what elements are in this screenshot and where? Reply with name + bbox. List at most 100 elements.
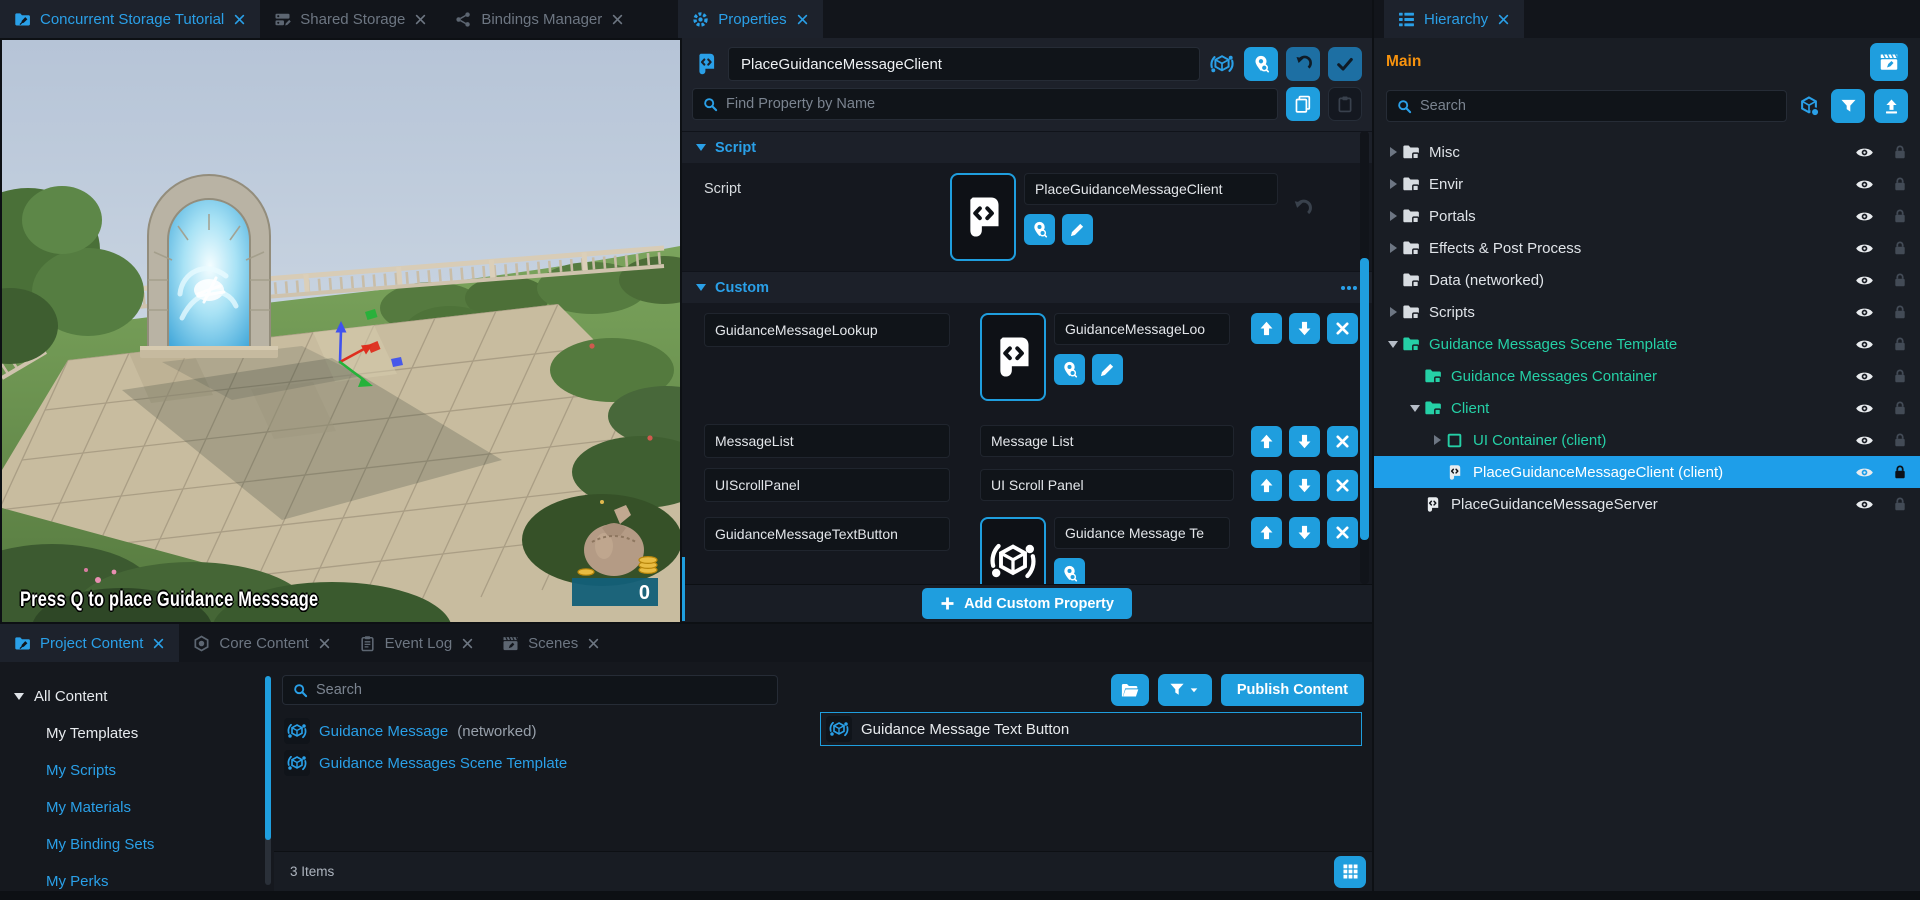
lock-icon[interactable] bbox=[1892, 240, 1908, 256]
delete-button[interactable] bbox=[1327, 517, 1358, 548]
locate-script-button[interactable] bbox=[1024, 214, 1055, 245]
collapse-arrow-icon[interactable] bbox=[696, 284, 706, 291]
lock-icon[interactable] bbox=[1892, 144, 1908, 160]
close-icon[interactable] bbox=[587, 637, 600, 650]
hierarchy-row[interactable]: Misc bbox=[1374, 136, 1920, 168]
tab-world[interactable]: Concurrent Storage Tutorial bbox=[0, 0, 260, 38]
visibility-eye-icon[interactable] bbox=[1855, 143, 1874, 162]
scrollbar-thumb[interactable] bbox=[1360, 258, 1369, 540]
content-item-selected[interactable]: Guidance Message Text Button bbox=[820, 712, 1362, 746]
close-icon[interactable] bbox=[1497, 13, 1510, 26]
delete-button[interactable] bbox=[1327, 470, 1358, 501]
property-value-field[interactable]: Guidance Message Te bbox=[1054, 517, 1230, 549]
hierarchy-row[interactable]: Guidance Messages Container bbox=[1374, 360, 1920, 392]
delete-button[interactable] bbox=[1327, 426, 1358, 457]
script-thumbnail[interactable] bbox=[980, 313, 1046, 401]
locate-in-world-button[interactable] bbox=[1244, 47, 1278, 81]
sidebar-item-my-scripts[interactable]: My Scripts bbox=[0, 752, 262, 789]
scene-manager-button[interactable] bbox=[1870, 43, 1908, 81]
visibility-eye-icon[interactable] bbox=[1855, 399, 1874, 418]
section-custom-header[interactable]: Custom bbox=[682, 271, 1372, 303]
asset-thumbnail[interactable] bbox=[980, 517, 1046, 584]
sidebar-item-all-content[interactable]: All Content bbox=[0, 678, 262, 715]
hierarchy-row[interactable]: Effects & Post Process bbox=[1374, 232, 1920, 264]
script-name-input[interactable] bbox=[728, 47, 1200, 81]
edit-script-button[interactable] bbox=[1062, 214, 1093, 245]
tab-scenes[interactable]: Scenes bbox=[488, 624, 614, 662]
visibility-eye-icon[interactable] bbox=[1855, 495, 1874, 514]
viewport-3d[interactable]: 0 Press Q to place Guidance Messsage bbox=[2, 40, 680, 622]
delete-button[interactable] bbox=[1327, 313, 1358, 344]
collapse-arrow-icon[interactable] bbox=[1388, 341, 1398, 348]
tab-core-content[interactable]: Core Content bbox=[179, 624, 344, 662]
expand-arrow-icon[interactable] bbox=[1390, 179, 1397, 189]
script-value[interactable]: PlaceGuidanceMessageClient bbox=[1024, 173, 1278, 205]
lock-icon[interactable] bbox=[1892, 496, 1908, 512]
sidebar-item-my-materials[interactable]: My Materials bbox=[0, 789, 262, 826]
tab-hierarchy[interactable]: Hierarchy bbox=[1384, 0, 1524, 38]
collapse-arrow-icon[interactable] bbox=[696, 144, 706, 151]
sidebar-scrollbar[interactable] bbox=[262, 662, 274, 891]
scrollbar-thumb[interactable] bbox=[265, 676, 271, 840]
find-property-input[interactable] bbox=[726, 96, 1267, 112]
visibility-eye-icon[interactable] bbox=[1855, 303, 1874, 322]
asset-view-icon[interactable] bbox=[1798, 95, 1820, 117]
hierarchy-search[interactable] bbox=[1386, 90, 1787, 122]
expand-arrow-icon[interactable] bbox=[1390, 211, 1397, 221]
expand-arrow-icon[interactable] bbox=[1434, 435, 1441, 445]
lock-icon[interactable] bbox=[1892, 176, 1908, 192]
reset-property-icon[interactable] bbox=[1292, 199, 1312, 219]
move-down-button[interactable] bbox=[1289, 470, 1320, 501]
tab-project-content[interactable]: Project Content bbox=[0, 624, 179, 662]
close-icon[interactable] bbox=[152, 637, 165, 650]
revert-button[interactable] bbox=[1286, 47, 1320, 81]
visibility-eye-icon[interactable] bbox=[1855, 175, 1874, 194]
visibility-eye-icon[interactable] bbox=[1855, 207, 1874, 226]
visibility-eye-icon[interactable] bbox=[1855, 335, 1874, 354]
section-menu-icon[interactable] bbox=[1340, 279, 1358, 297]
hierarchy-row[interactable]: UI Container (client) bbox=[1374, 424, 1920, 456]
property-name-field[interactable]: UIScrollPanel bbox=[704, 468, 950, 502]
visibility-eye-icon[interactable] bbox=[1855, 463, 1874, 482]
lock-icon[interactable] bbox=[1892, 304, 1908, 320]
hierarchy-search-input[interactable] bbox=[1420, 98, 1776, 114]
copy-properties-button[interactable] bbox=[1286, 87, 1320, 121]
lock-icon[interactable] bbox=[1892, 336, 1908, 352]
sidebar-item-my-perks[interactable]: My Perks bbox=[0, 863, 262, 900]
lock-icon[interactable] bbox=[1892, 368, 1908, 384]
edit-button[interactable] bbox=[1092, 354, 1123, 385]
tab-bindings-manager[interactable]: Bindings Manager bbox=[441, 0, 638, 38]
content-item[interactable]: Guidance Messages Scene Template bbox=[284, 748, 576, 778]
hierarchy-row[interactable]: Portals bbox=[1374, 200, 1920, 232]
visibility-eye-icon[interactable] bbox=[1855, 239, 1874, 258]
property-name-field[interactable]: GuidanceMessageLookup bbox=[704, 313, 950, 347]
hierarchy-row[interactable]: PlaceGuidanceMessageServer bbox=[1374, 488, 1920, 520]
close-icon[interactable] bbox=[611, 13, 624, 26]
content-item[interactable]: Guidance Message (networked) bbox=[284, 716, 536, 746]
expand-arrow-icon[interactable] bbox=[1390, 307, 1397, 317]
tab-properties[interactable]: Properties bbox=[678, 0, 822, 38]
sidebar-item-my-binding-sets[interactable]: My Binding Sets bbox=[0, 826, 262, 863]
lock-icon[interactable] bbox=[1892, 464, 1908, 480]
property-value-field[interactable]: UI Scroll Panel bbox=[980, 469, 1234, 501]
visibility-eye-icon[interactable] bbox=[1855, 271, 1874, 290]
open-folder-button[interactable] bbox=[1111, 674, 1149, 706]
locate-button[interactable] bbox=[1054, 354, 1085, 385]
property-name-field[interactable]: GuidanceMessageTextButton bbox=[704, 517, 950, 551]
find-property-search[interactable] bbox=[692, 88, 1278, 120]
tab-shared-storage[interactable]: Shared Storage bbox=[260, 0, 441, 38]
grid-view-button[interactable] bbox=[1334, 856, 1366, 888]
hierarchy-filter-button[interactable] bbox=[1831, 89, 1865, 123]
move-up-button[interactable] bbox=[1251, 426, 1282, 457]
collapse-arrow-icon[interactable] bbox=[14, 693, 24, 700]
hierarchy-row[interactable]: Envir bbox=[1374, 168, 1920, 200]
panel-resize-handle[interactable] bbox=[682, 557, 685, 621]
hierarchy-row[interactable]: Guidance Messages Scene Template bbox=[1374, 328, 1920, 360]
close-icon[interactable] bbox=[461, 637, 474, 650]
move-up-button[interactable] bbox=[1251, 313, 1282, 344]
visibility-eye-icon[interactable] bbox=[1855, 431, 1874, 450]
hierarchy-row[interactable]: Data (networked) bbox=[1374, 264, 1920, 296]
expand-arrow-icon[interactable] bbox=[1390, 147, 1397, 157]
expand-arrow-icon[interactable] bbox=[1390, 243, 1397, 253]
close-icon[interactable] bbox=[414, 13, 427, 26]
